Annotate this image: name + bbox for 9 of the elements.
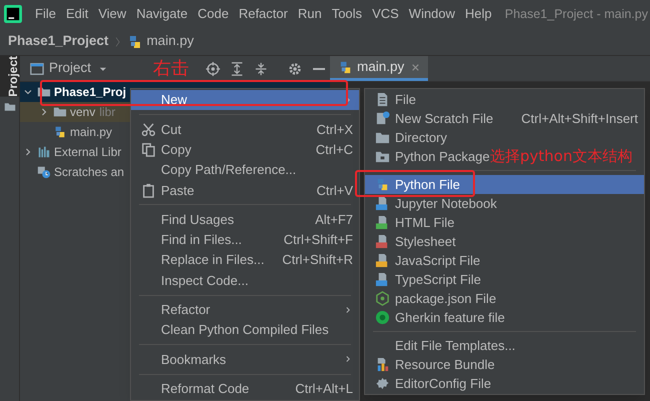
tree-label: External Libr — [54, 144, 122, 161]
tree-label: venv — [70, 104, 96, 121]
tree-label: Phase1_Proj — [54, 84, 126, 101]
window-title: Phase1_Project - main.py — [504, 6, 648, 23]
annotation-text: 选择python文本结构 — [490, 147, 632, 166]
tree-note: libr — [99, 104, 116, 121]
tree-label: main.py — [70, 124, 112, 141]
annotation-text: 右击 — [153, 57, 189, 81]
tree-label: Scratches an — [54, 164, 124, 181]
